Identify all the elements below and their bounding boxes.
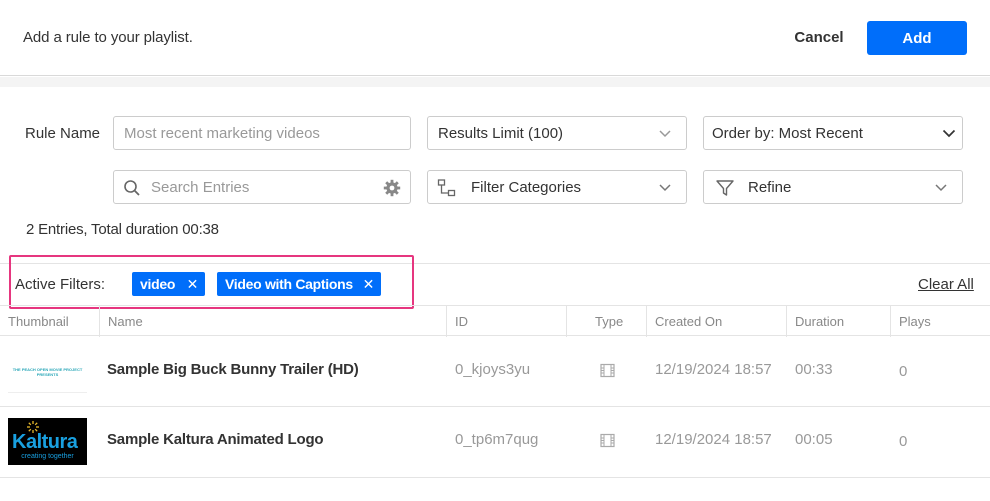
thumbnail-tagline: creating together <box>21 453 74 460</box>
film-icon <box>600 363 615 382</box>
filter-chip-video-with-captions: Video with Captions ✕ <box>217 272 381 296</box>
table-row[interactable]: THE PEACH OPEN MOVIE PROJECT PRESENTS Sa… <box>0 336 990 407</box>
active-filters-label: Active Filters: <box>15 276 106 293</box>
column-header-name[interactable]: Name <box>99 306 446 337</box>
column-header-type[interactable]: Type <box>566 306 646 337</box>
column-header-created-on[interactable]: Created On <box>646 306 786 337</box>
entry-name[interactable]: Sample Big Buck Bunny Trailer (HD) <box>107 361 359 378</box>
entry-plays: 0 <box>899 363 908 380</box>
close-icon[interactable]: ✕ <box>187 276 199 293</box>
filter-categories-label: Filter Categories <box>471 178 582 196</box>
entry-duration: 00:33 <box>795 361 833 378</box>
order-by-value: Order by: Most Recent <box>712 124 863 142</box>
column-header-plays[interactable]: Plays <box>890 306 990 337</box>
filter-funnel-icon <box>715 178 735 202</box>
entry-created-on: 12/19/2024 18:57 <box>655 361 772 378</box>
entry-created-on: 12/19/2024 18:57 <box>655 431 772 448</box>
cancel-button[interactable]: Cancel <box>786 21 852 54</box>
add-button[interactable]: Add <box>867 21 967 55</box>
search-entries-input[interactable]: Search Entries <box>113 170 411 204</box>
thumbnail-caption: THE PEACH OPEN MOVIE PROJECT PRESENTS <box>12 367 83 377</box>
dialog-header: Add a rule to your playlist. Cancel Add <box>0 0 990 76</box>
refine-label: Refine <box>748 178 792 196</box>
gear-icon[interactable] <box>383 179 401 201</box>
clear-all-link[interactable]: Clear All <box>918 276 974 293</box>
results-limit-value: Results Limit (100) <box>438 124 564 142</box>
filter-chip-label: Video with Captions <box>225 276 353 292</box>
filter-chip-label: video <box>140 276 176 292</box>
rule-name-label: Rule Name <box>25 125 101 142</box>
film-icon <box>600 433 615 452</box>
entries-summary: 2 Entries, Total duration 00:38 <box>26 221 219 238</box>
filter-categories-select[interactable]: Filter Categories <box>427 170 687 204</box>
category-tree-icon <box>437 178 457 202</box>
chevron-down-icon <box>934 180 948 194</box>
dialog-title: Add a rule to your playlist. <box>23 29 193 46</box>
rule-name-placeholder: Most recent marketing videos <box>124 124 320 142</box>
column-header-duration[interactable]: Duration <box>786 306 890 337</box>
table-header: Thumbnail Name ID Type Created On Durati… <box>0 305 990 337</box>
thumbnail-caption: Kaltura <box>12 431 78 453</box>
search-icon <box>123 179 141 201</box>
entry-id: 0_tp6m7qug <box>455 431 539 448</box>
thumbnail-big-buck-bunny: THE PEACH OPEN MOVIE PROJECT PRESENTS <box>8 346 87 393</box>
order-by-select[interactable]: Order by: Most Recent <box>703 116 963 150</box>
chevron-down-icon <box>658 180 672 194</box>
entry-id: 0_kjoys3yu <box>455 361 531 378</box>
close-icon[interactable]: ✕ <box>363 276 375 293</box>
search-placeholder: Search Entries <box>151 178 250 196</box>
results-limit-select[interactable]: Results Limit (100) <box>427 116 687 150</box>
entry-duration: 00:05 <box>795 431 833 448</box>
rule-name-input[interactable]: Most recent marketing videos <box>113 116 411 150</box>
column-header-thumbnail[interactable]: Thumbnail <box>0 306 99 337</box>
entry-plays: 0 <box>899 433 908 450</box>
chevron-down-icon <box>658 126 672 140</box>
chevron-down-icon <box>942 126 956 140</box>
filter-chip-video: video ✕ <box>132 272 205 296</box>
header-separator <box>0 77 990 87</box>
thumbnail-kaltura-logo: Kaltura creating together <box>8 418 87 465</box>
table-row[interactable]: Kaltura creating together Sample Kaltura… <box>0 407 990 478</box>
column-header-id[interactable]: ID <box>446 306 566 337</box>
refine-select[interactable]: Refine <box>703 170 963 204</box>
entry-name[interactable]: Sample Kaltura Animated Logo <box>107 431 324 448</box>
